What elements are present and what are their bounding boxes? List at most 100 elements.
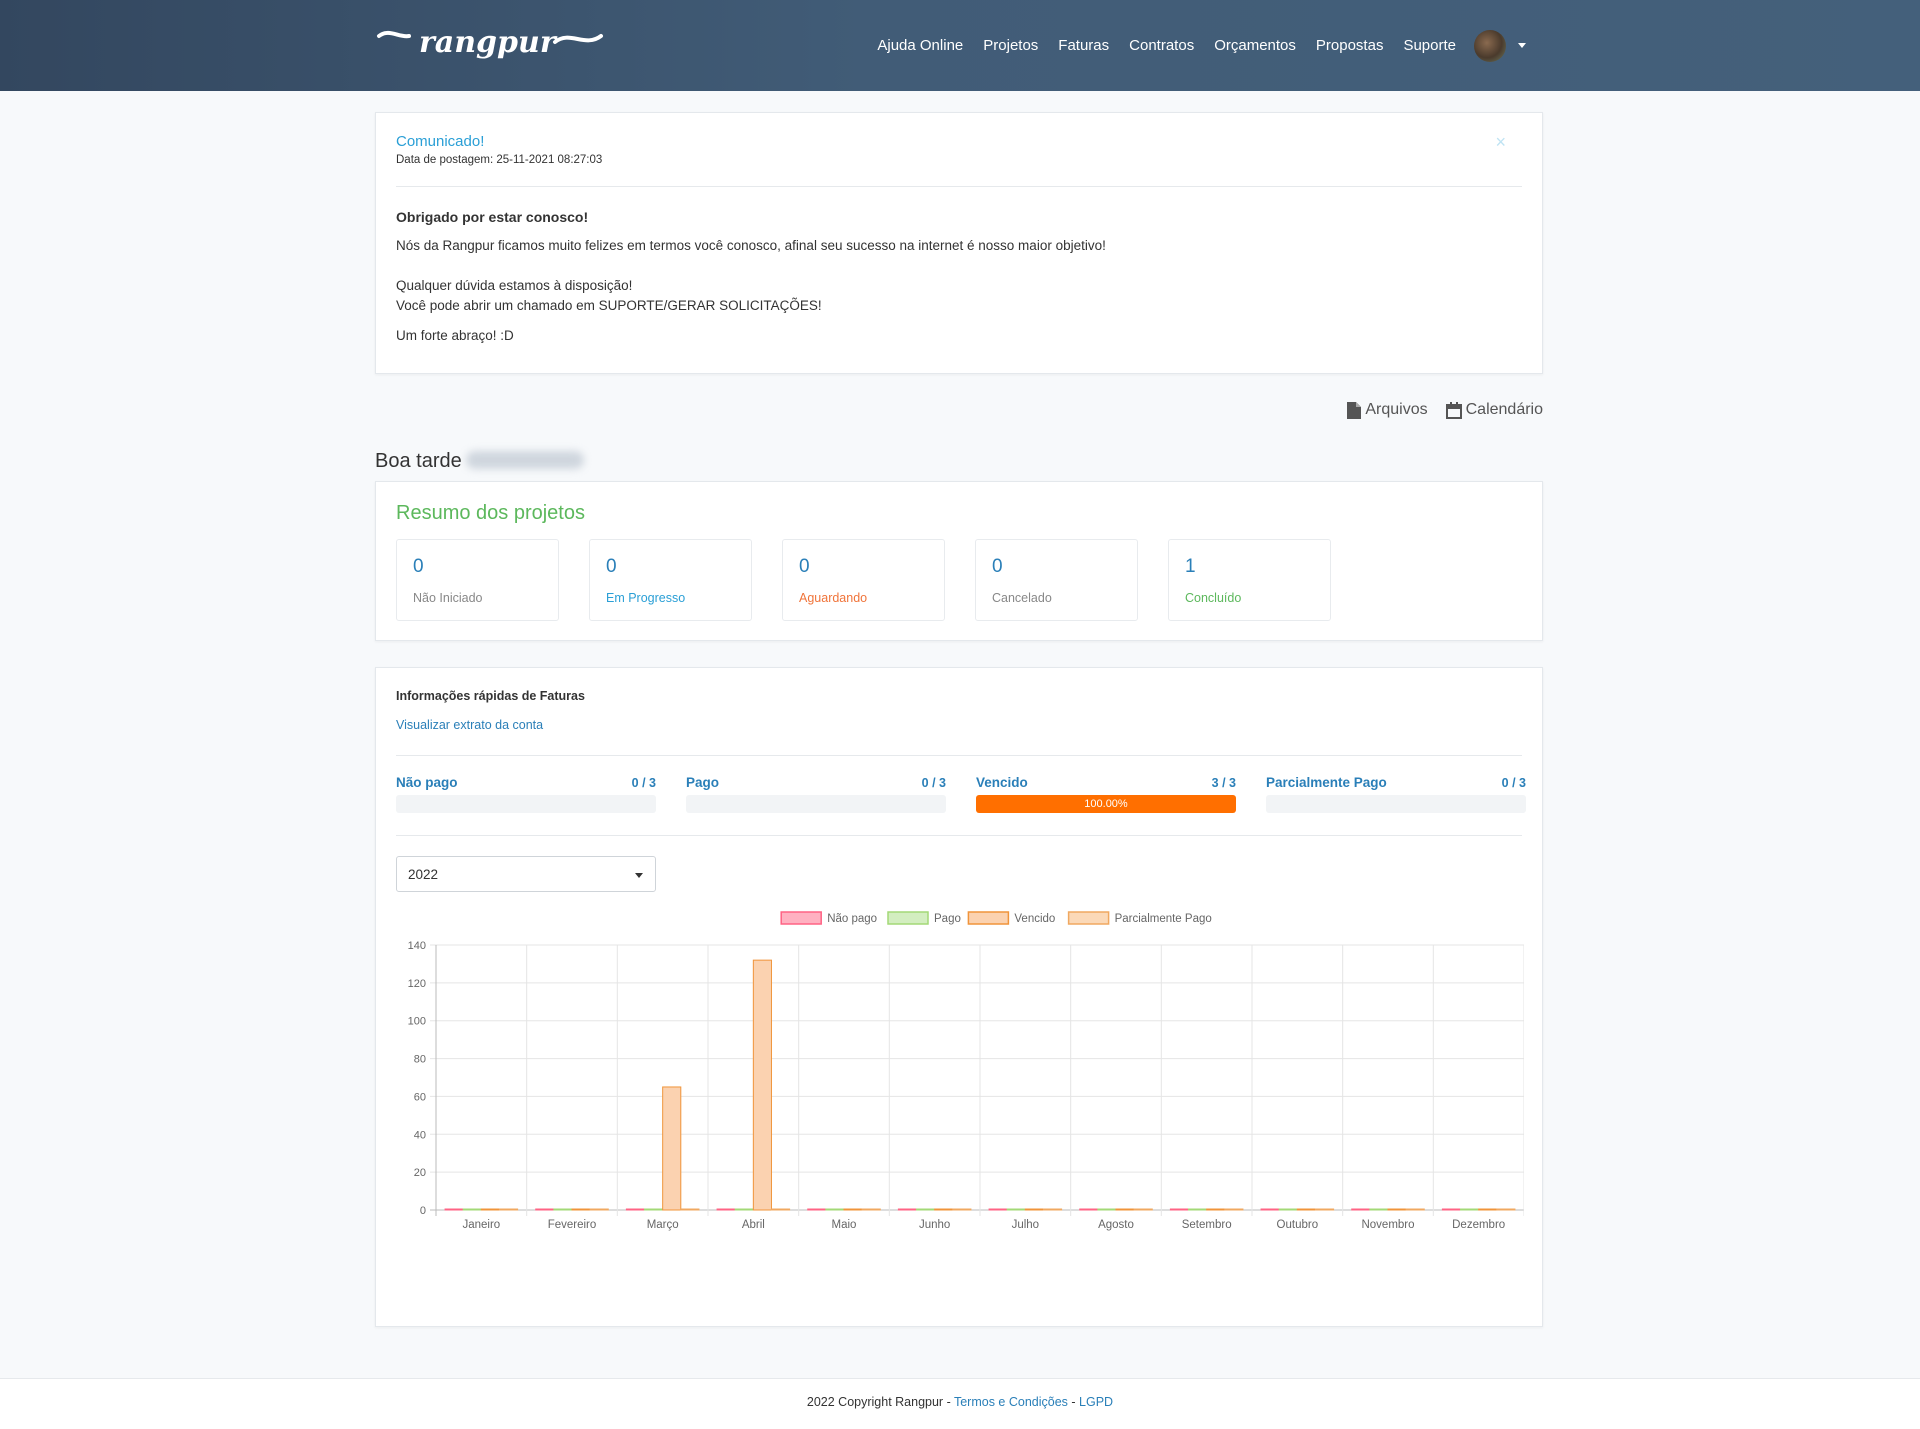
close-icon[interactable]: × (1495, 133, 1506, 151)
announcement-title: Comunicado! (396, 133, 485, 150)
stat-label: Concluído (1185, 591, 1242, 605)
caret-down-icon[interactable] (1518, 43, 1526, 48)
bar-não-pago (988, 1208, 1008, 1211)
x-tick-label: Outubro (1277, 1219, 1319, 1231)
bar-pago (1097, 1208, 1117, 1211)
bar-vencido (1296, 1208, 1316, 1211)
nav-ajuda-online[interactable]: Ajuda Online (877, 37, 963, 54)
stat-completed[interactable]: 1 Concluído (1168, 539, 1331, 621)
lgpd-link[interactable]: LGPD (1079, 1395, 1113, 1409)
announcement-line: Um forte abraço! :D (396, 328, 514, 343)
calendar-icon (1445, 401, 1462, 419)
legend-label: Parcialmente Pago (1115, 913, 1212, 925)
main-nav: Ajuda Online Projetos Faturas Contratos … (857, 0, 1526, 91)
invoice-stat-label: Não pago (396, 775, 458, 790)
invoice-bar-chart: 0 20 40 60 80 100 120 140 Janeiro Fevereiro Março A… (408, 911, 1524, 1231)
terms-link[interactable]: Termos e Condições (954, 1395, 1068, 1409)
invoice-stat-count: 0 / 3 (1501, 776, 1526, 790)
invoice-stat-label: Pago (686, 775, 720, 790)
avatar[interactable] (1474, 29, 1506, 62)
x-tick-label: Fevereiro (548, 1219, 597, 1231)
x-tick-label: Junho (919, 1219, 950, 1231)
legend-label: Vencido (1014, 913, 1055, 925)
top-navbar: rangpur Ajuda Online Projetos Faturas Co… (0, 0, 1920, 91)
stat-in-progress[interactable]: 0 Em Progresso (589, 539, 752, 621)
bar-parcialmente-pago (952, 1208, 972, 1211)
bar-não-pago (1169, 1208, 1190, 1211)
x-tick-label: Agosto (1098, 1219, 1134, 1231)
bar-pago (1460, 1208, 1480, 1211)
stat-not-started[interactable]: 0 Não Iniciado (396, 539, 559, 621)
nav-suporte[interactable]: Suporte (1403, 37, 1456, 54)
nav-projetos[interactable]: Projetos (983, 37, 1038, 54)
bar-pago (462, 1208, 482, 1211)
toolbar: Arquivos Calendário (1329, 401, 1543, 419)
progress-bar (686, 795, 946, 813)
project-summary-panel: Resumo dos projetos 0 Não Iniciado 0 Em … (375, 481, 1543, 641)
divider (396, 835, 1522, 836)
bar-vencido (934, 1208, 954, 1211)
bar-parcialmente-pago (1042, 1208, 1063, 1211)
year-select[interactable]: 2022 (396, 856, 656, 892)
bar-parcialmente-pago (1496, 1208, 1516, 1211)
bar-vencido (1206, 1208, 1226, 1211)
nav-propostas[interactable]: Propostas (1316, 37, 1384, 54)
statement-link[interactable]: Visualizar extrato da conta (396, 718, 543, 732)
bar-não-pago (1351, 1208, 1371, 1211)
announcement-line: Qualquer dúvida estamos à disposição! (396, 278, 633, 293)
stat-label: Aguardando (799, 591, 868, 605)
x-tick-label: Abril (742, 1219, 765, 1231)
invoice-stat-label: Parcialmente Pago (1266, 775, 1387, 790)
bar-pago (1369, 1208, 1389, 1211)
y-tick-label: 80 (414, 1054, 426, 1066)
y-tick-label: 0 (420, 1205, 426, 1217)
nav-contratos[interactable]: Contratos (1129, 37, 1194, 54)
bar-pago (1278, 1208, 1298, 1211)
stat-label: Em Progresso (606, 591, 686, 605)
user-name-blurred (465, 451, 584, 469)
bar-pago (825, 1208, 845, 1211)
bar-vencido (571, 1208, 591, 1211)
announcement-line: Nós da Rangpur ficamos muito felizes em … (396, 238, 1106, 253)
bar-pago (1188, 1208, 1208, 1211)
bar-não-pago (1079, 1208, 1099, 1211)
bar-não-pago (535, 1208, 555, 1211)
announcement-body: Obrigado por estar conosco! Nós da Rangp… (396, 207, 1496, 346)
stat-value: 0 (413, 556, 424, 577)
bar-parcialmente-pago (861, 1208, 881, 1211)
bar-vencido (1115, 1208, 1135, 1211)
files-button[interactable]: Arquivos (1347, 401, 1428, 419)
bar-não-pago (897, 1208, 918, 1211)
bar-vencido (1387, 1208, 1407, 1211)
stat-label: Não Iniciado (413, 591, 483, 605)
stat-cancelled[interactable]: 0 Cancelado (975, 539, 1138, 621)
stat-value: 1 (1185, 556, 1196, 577)
rangpur-logo[interactable]: rangpur (375, 22, 605, 68)
bar-parcialmente-pago (589, 1208, 609, 1211)
x-tick-label: Setembro (1182, 1219, 1232, 1231)
bar-pago (916, 1208, 936, 1211)
y-tick-label: 60 (414, 1091, 426, 1103)
summary-title: Resumo dos projetos (396, 502, 585, 524)
legend-swatch (967, 911, 1010, 925)
nav-faturas[interactable]: Faturas (1058, 37, 1109, 54)
legend-label: Pago (934, 913, 961, 925)
x-tick-label: Dezembro (1452, 1219, 1505, 1231)
greeting-text: Boa tarde (375, 450, 462, 472)
invoice-stat-count: 0 / 3 (921, 776, 946, 790)
bar-parcialmente-pago (498, 1208, 519, 1211)
nav-orcamentos[interactable]: Orçamentos (1214, 37, 1296, 54)
divider (396, 186, 1522, 187)
bar-parcialmente-pago (1314, 1208, 1335, 1211)
bar-pago (644, 1208, 664, 1211)
legend-swatch (887, 911, 929, 925)
announcement-heading: Obrigado por estar conosco! (396, 209, 589, 225)
bar-vencido (1478, 1208, 1498, 1211)
user-menu[interactable] (1474, 29, 1526, 62)
calendar-button[interactable]: Calendário (1445, 401, 1543, 419)
legend-label: Não pago (827, 913, 877, 925)
stat-awaiting[interactable]: 0 Aguardando (782, 539, 945, 621)
footer-separator: - (1067, 1395, 1080, 1409)
x-tick-label: Julho (1012, 1219, 1039, 1231)
stat-label: Cancelado (992, 591, 1052, 605)
